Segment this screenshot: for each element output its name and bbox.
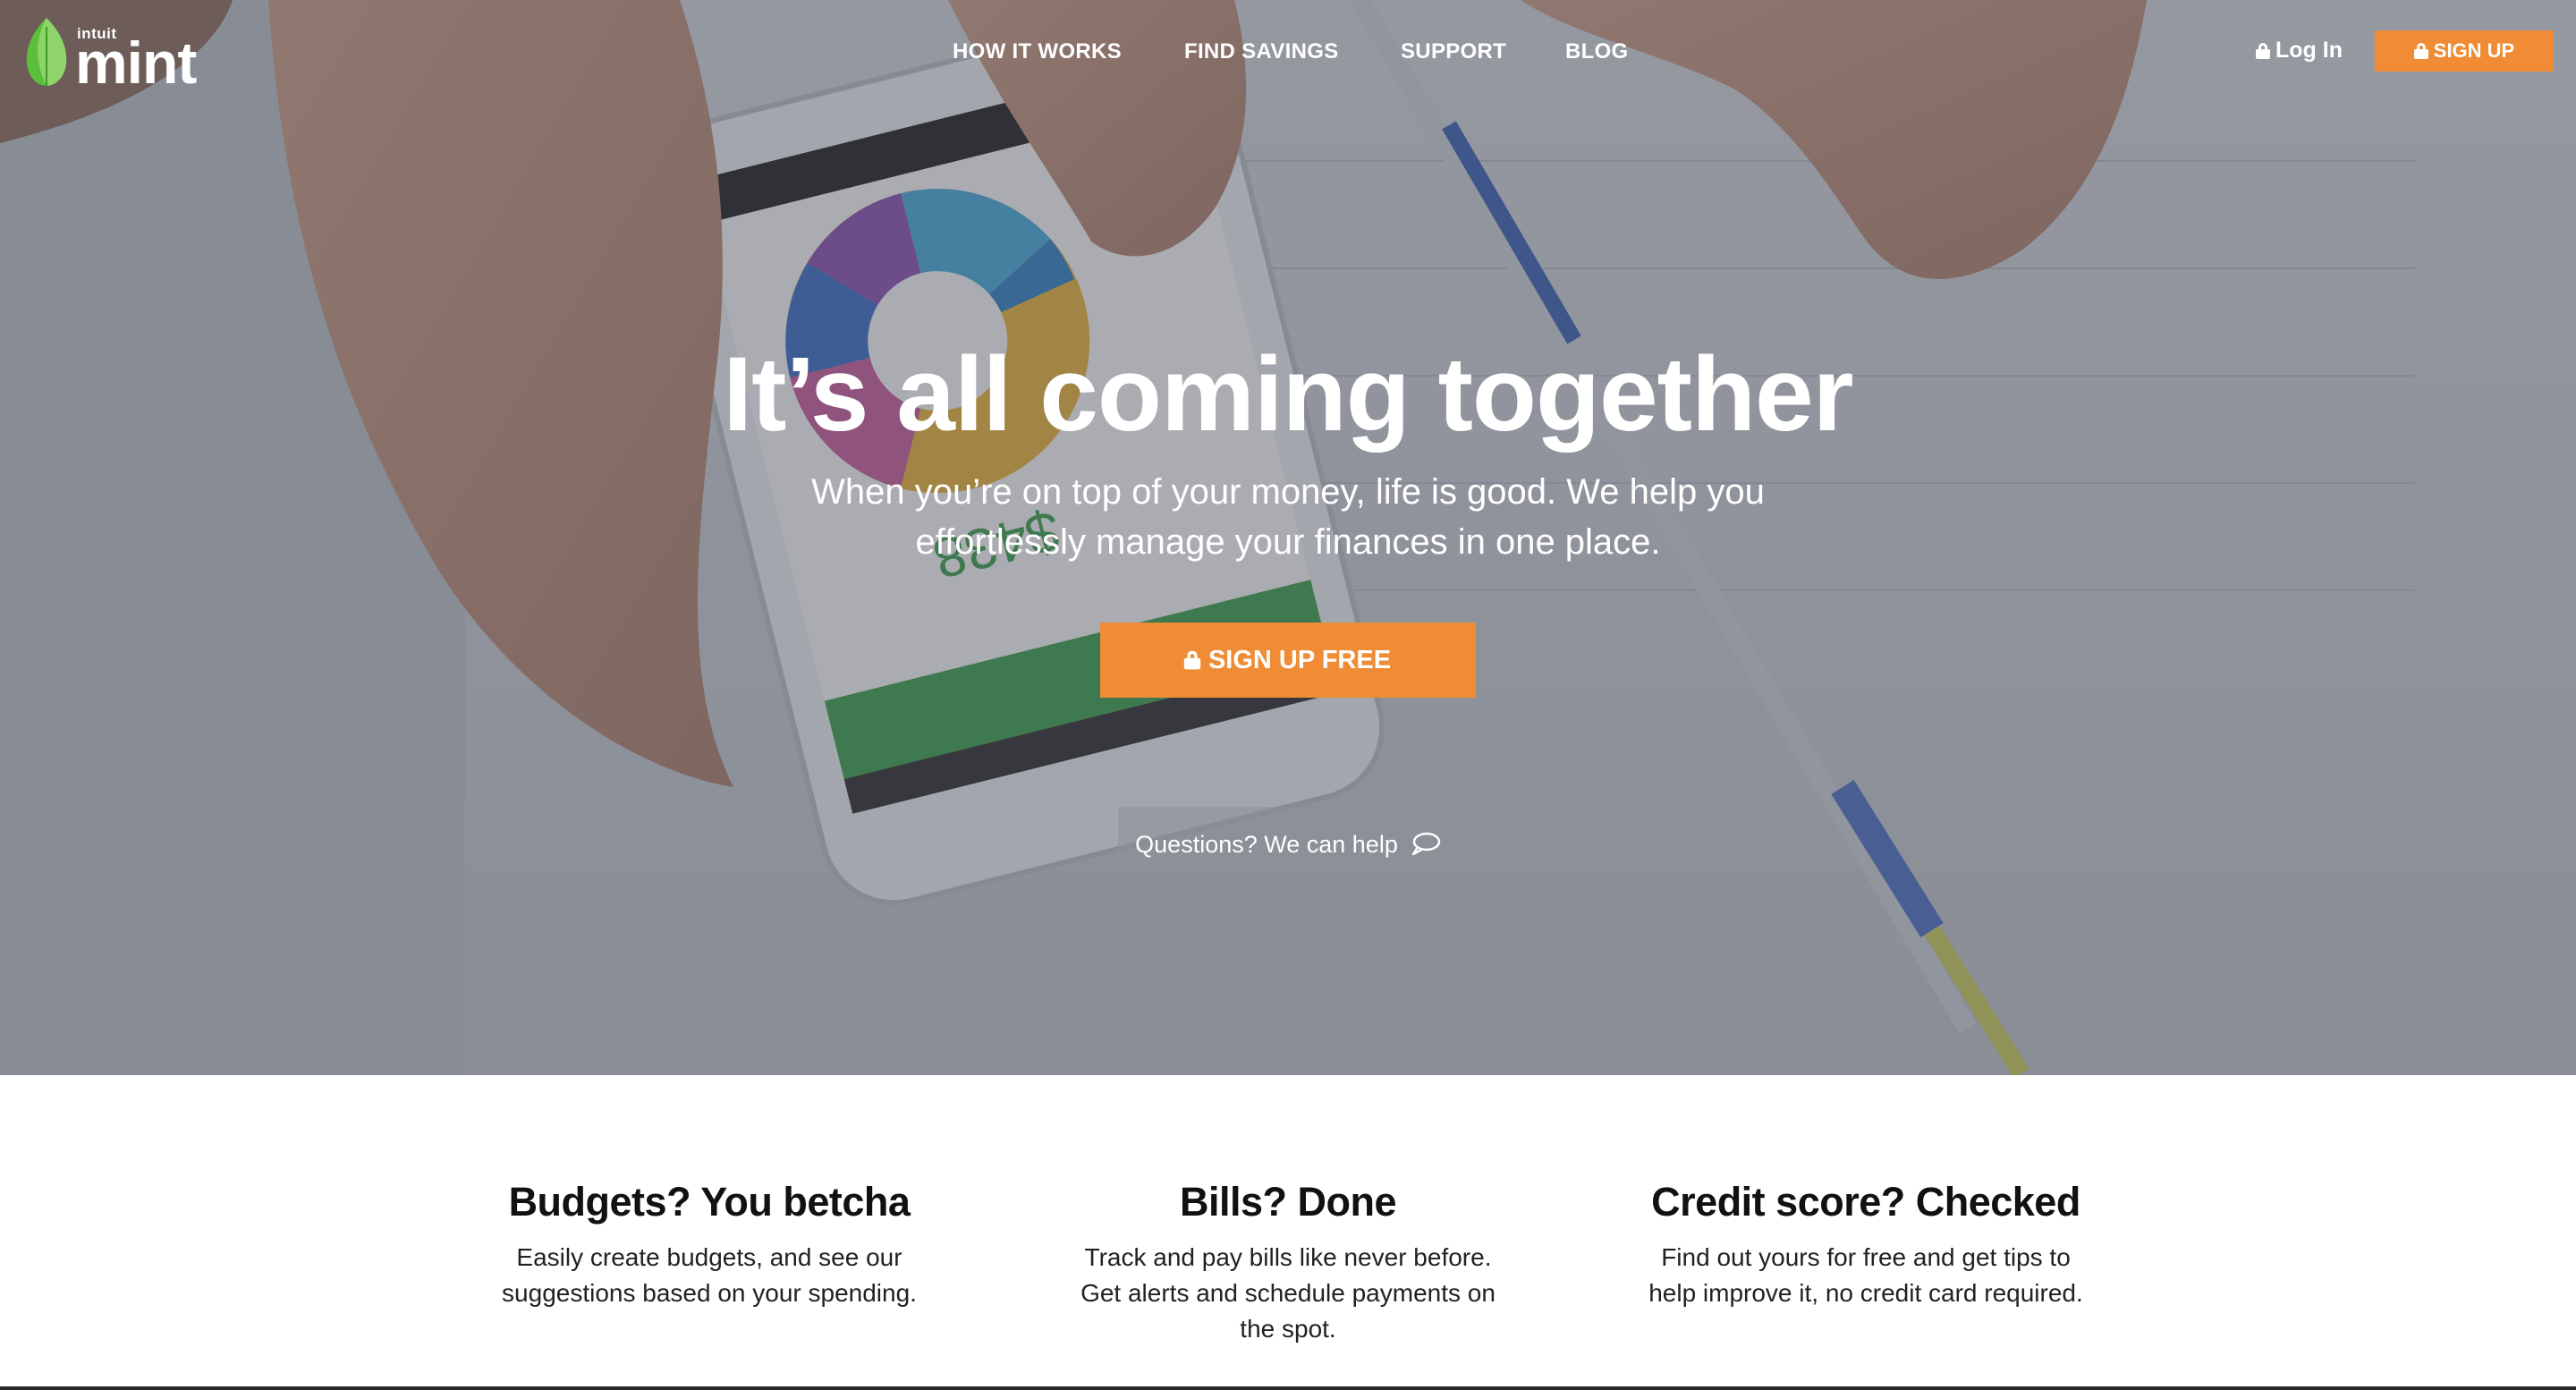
- feature-description: Find out yours for free and get tips to …: [1633, 1240, 2098, 1311]
- lock-icon: [1183, 650, 1201, 670]
- signup-button[interactable]: SIGN UP: [2375, 30, 2554, 72]
- hero-subhead-line: effortlessly manage your finances in one…: [915, 522, 1661, 562]
- signup-label: SIGN UP: [2433, 39, 2515, 62]
- feature-description: Track and pay bills like never before. G…: [1073, 1240, 1503, 1347]
- features-section: Budgets? You betcha Easily create budget…: [0, 1075, 2576, 1390]
- feature-title: Credit score? Checked: [1651, 1179, 2080, 1225]
- feature-line: the spot.: [1240, 1315, 1336, 1343]
- signup-free-button[interactable]: SIGN UP FREE: [1100, 623, 1476, 698]
- feature-line: Find out yours for free and get tips to: [1661, 1243, 2071, 1271]
- nav-how-it-works[interactable]: HOW IT WORKS: [953, 39, 1122, 64]
- nav-blog[interactable]: BLOG: [1565, 39, 1629, 64]
- login-label: Log In: [2275, 38, 2343, 63]
- feature-credit-score: Credit score? Checked Find out yours for…: [1589, 1175, 2143, 1311]
- hero-headline: It’s all coming together: [723, 335, 1853, 453]
- feature-line: suggestions based on your spending.: [502, 1279, 917, 1307]
- lock-icon: [2256, 42, 2270, 59]
- feature-title: Budgets? You betcha: [508, 1179, 911, 1225]
- login-link[interactable]: Log In: [2256, 38, 2343, 64]
- feature-bills: Bills? Done Track and pay bills like nev…: [1011, 1175, 1565, 1347]
- feature-line: Easily create budgets, and see our: [516, 1243, 902, 1271]
- hero-section: $438 intuit mint HOW IT WORKS FIND SAVIN…: [0, 0, 2576, 1075]
- speech-bubble-icon: [1411, 832, 1441, 856]
- hero-subhead-line: When you’re on top of your money, life i…: [811, 472, 1765, 512]
- signup-free-label: SIGN UP FREE: [1208, 645, 1392, 674]
- feature-budgets: Budgets? You betcha Easily create budget…: [432, 1175, 987, 1311]
- mint-leaf-icon: [26, 18, 67, 86]
- help-chat-button[interactable]: Questions? We can help: [1118, 807, 1458, 882]
- hero-subhead: When you’re on top of your money, life i…: [769, 467, 1807, 567]
- lock-icon: [2413, 43, 2428, 59]
- feature-line: Get alerts and schedule payments on: [1080, 1279, 1496, 1307]
- help-label: Questions? We can help: [1135, 830, 1398, 858]
- nav-find-savings[interactable]: FIND SAVINGS: [1184, 39, 1339, 64]
- feature-line: Track and pay bills like never before.: [1084, 1243, 1492, 1271]
- feature-line: help improve it, no credit card required…: [1648, 1279, 2083, 1307]
- feature-description: Easily create budgets, and see our sugge…: [490, 1240, 928, 1311]
- nav-support[interactable]: SUPPORT: [1401, 39, 1506, 64]
- logo-mint-text: mint: [75, 30, 197, 96]
- mint-logo[interactable]: intuit mint: [20, 16, 216, 95]
- feature-title: Bills? Done: [1179, 1179, 1397, 1225]
- window-bottom-border: [0, 1386, 2576, 1390]
